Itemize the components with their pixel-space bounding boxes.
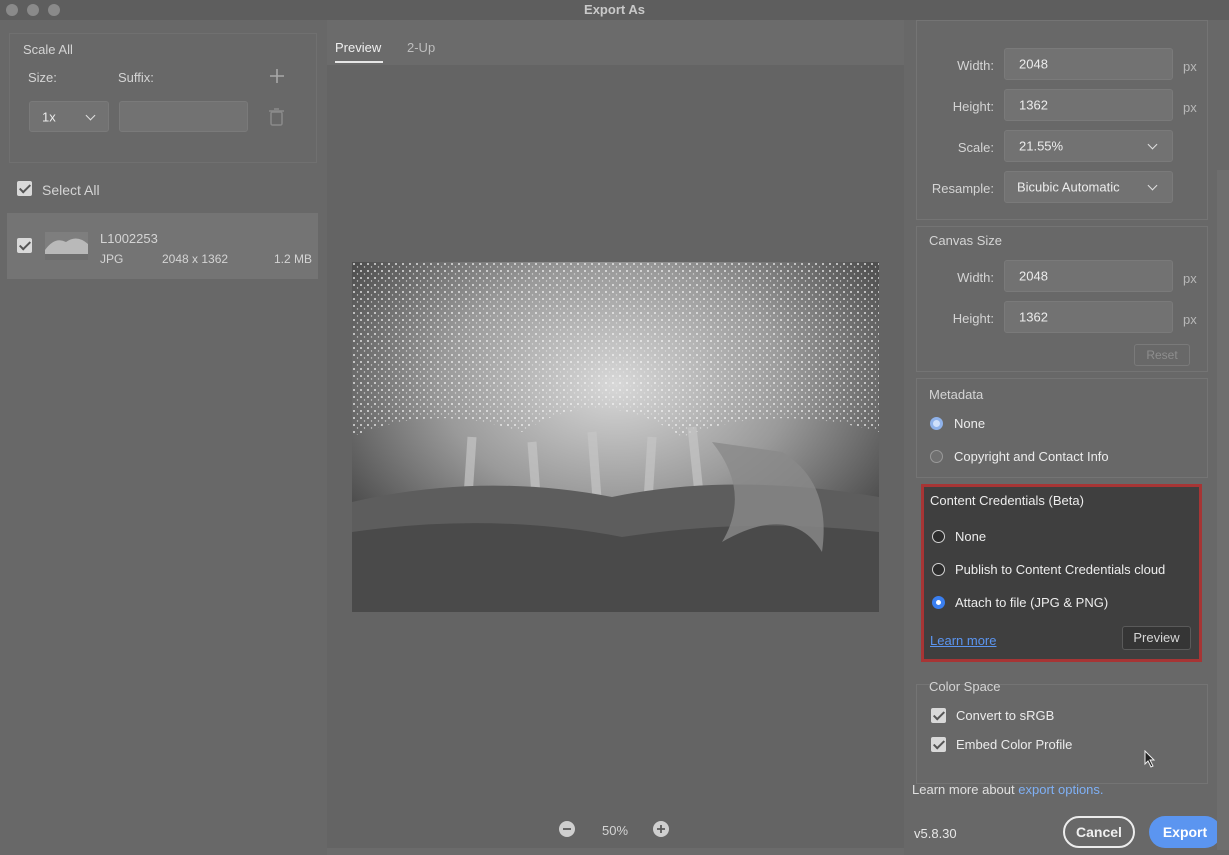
- export-options-text: Learn more about export options.: [912, 782, 1104, 797]
- image-width-input[interactable]: 2048: [1004, 48, 1173, 80]
- canvas-size-title: Canvas Size: [929, 233, 1002, 248]
- metadata-title: Metadata: [929, 387, 984, 402]
- cc-none-label: None: [955, 529, 987, 544]
- image-width-label: Width:: [957, 58, 994, 73]
- version-label: v5.8.30: [914, 826, 957, 841]
- scale-all-label: Scale All: [23, 42, 73, 57]
- cc-none-radio[interactable]: [932, 530, 945, 543]
- suffix-label: Suffix:: [118, 70, 154, 85]
- zoom-in-icon[interactable]: [653, 821, 669, 837]
- asset-name: L1002253: [100, 231, 158, 246]
- resample-select[interactable]: Bicubic Automatic: [1004, 171, 1173, 203]
- chevron-down-icon: [1147, 180, 1158, 191]
- asset-dimensions: 2048 x 1362: [162, 252, 229, 266]
- canvas-height-label: Height:: [952, 311, 994, 326]
- canvas-height-unit: px: [1183, 312, 1197, 327]
- select-all-checkbox[interactable]: [17, 181, 32, 196]
- zoom-out-icon[interactable]: [559, 821, 575, 837]
- learn-more-link[interactable]: Learn more: [930, 633, 996, 648]
- tab-2-up[interactable]: 2-Up: [407, 40, 435, 55]
- left-panel: Scale All Size: Suffix: 1x Select All L1…: [0, 20, 327, 855]
- scale-label: Scale:: [957, 140, 994, 155]
- zoom-level: 50%: [602, 823, 629, 838]
- image-height-label: Height:: [952, 99, 994, 114]
- preview-image: [352, 262, 879, 612]
- suffix-input[interactable]: [119, 101, 248, 132]
- content-credentials-title: Content Credentials (Beta): [930, 493, 1084, 508]
- cc-attach-label: Attach to file (JPG & PNG): [955, 595, 1109, 610]
- preview-panel: Preview 2-Up 50%: [327, 20, 904, 855]
- window-title: Export As: [584, 2, 645, 17]
- height-unit: px: [1183, 100, 1197, 115]
- scale-select[interactable]: 21.55%: [1004, 130, 1173, 162]
- content-credentials-panel: Content Credentials (Beta) None Publish …: [921, 484, 1202, 662]
- preview-canvas[interactable]: [327, 65, 904, 848]
- asset-row[interactable]: L1002253 JPG 2048 x 1362 1.2 MB: [7, 213, 318, 279]
- resample-label: Resample:: [931, 181, 994, 196]
- color-space-group: [916, 684, 1208, 784]
- settings-panel: Width: 2048 px Height: 1362 px Scale: 21…: [904, 20, 1229, 855]
- canvas-width-label: Width:: [957, 270, 994, 285]
- active-tab-indicator: [335, 61, 383, 63]
- asset-thumbnail: [45, 232, 88, 260]
- mouse-cursor-icon: [1144, 749, 1156, 771]
- select-all-label: Select All: [42, 182, 100, 198]
- asset-format: JPG: [100, 252, 124, 266]
- title-bar: Export As: [0, 0, 1229, 20]
- metadata-none-label: None: [954, 416, 986, 431]
- add-scale-icon[interactable]: [269, 68, 285, 84]
- chevron-down-icon: [1147, 139, 1158, 150]
- chevron-down-icon: [85, 110, 96, 121]
- cc-attach-radio[interactable]: [932, 596, 945, 609]
- cc-publish-label: Publish to Content Credentials cloud: [955, 562, 1166, 577]
- canvas-height-input[interactable]: 1362: [1004, 301, 1173, 333]
- embed-profile-checkbox[interactable]: [931, 737, 946, 752]
- metadata-none-radio[interactable]: [930, 417, 943, 430]
- asset-checkbox[interactable]: [17, 238, 32, 253]
- embed-profile-label: Embed Color Profile: [956, 737, 1073, 752]
- canvas-width-input[interactable]: 2048: [1004, 260, 1173, 292]
- settings-scrollbar[interactable]: [1217, 170, 1229, 850]
- size-select[interactable]: 1x: [29, 101, 109, 132]
- size-label: Size:: [28, 70, 57, 85]
- asset-filesize: 1.2 MB: [274, 252, 313, 266]
- metadata-copyright-radio[interactable]: [930, 450, 943, 463]
- reset-button[interactable]: Reset: [1134, 344, 1190, 366]
- export-options-link[interactable]: export options.: [1018, 782, 1103, 797]
- cc-publish-radio[interactable]: [932, 563, 945, 576]
- convert-srgb-label: Convert to sRGB: [956, 708, 1055, 723]
- cc-preview-button[interactable]: Preview: [1122, 626, 1191, 650]
- color-space-title: Color Space: [929, 679, 1001, 694]
- convert-srgb-checkbox[interactable]: [931, 708, 946, 723]
- cancel-button[interactable]: Cancel: [1063, 816, 1135, 848]
- metadata-copyright-label: Copyright and Contact Info: [954, 449, 1109, 464]
- tab-preview[interactable]: Preview: [335, 40, 381, 55]
- width-unit: px: [1183, 59, 1197, 74]
- canvas-width-unit: px: [1183, 271, 1197, 286]
- trash-icon[interactable]: [268, 107, 285, 126]
- export-button[interactable]: Export: [1149, 816, 1221, 848]
- image-height-input[interactable]: 1362: [1004, 89, 1173, 121]
